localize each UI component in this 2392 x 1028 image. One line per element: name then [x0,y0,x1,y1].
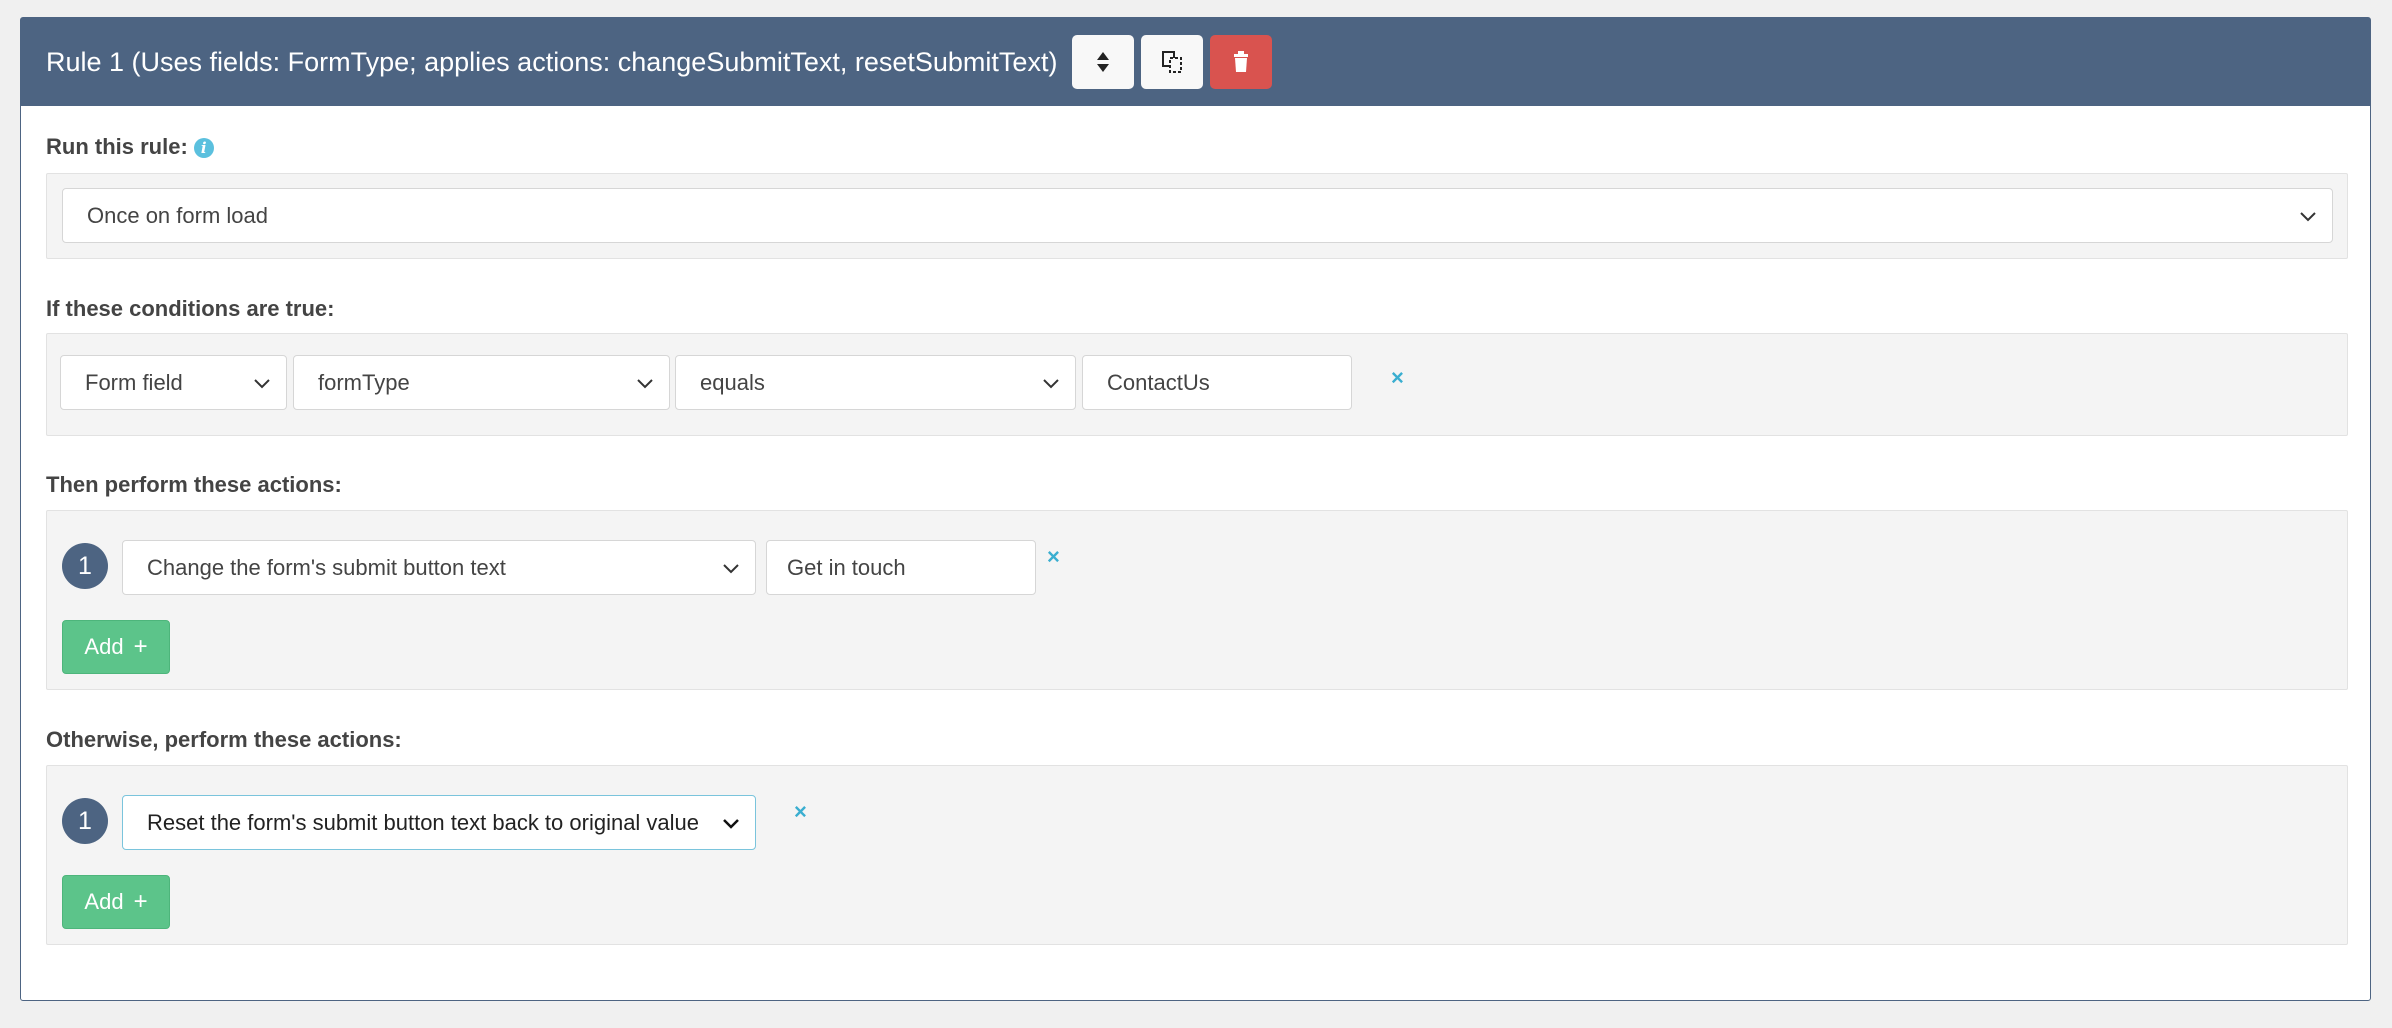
condition-field-value: formType [318,369,410,395]
else-action-select[interactable]: Reset the form's submit button text back… [122,795,756,850]
copy-button[interactable] [1141,35,1204,89]
rule-title: Rule 1 (Uses fields: FormType; applies a… [46,46,1058,77]
run-rule-well: Once on form load [46,173,2348,259]
then-actions-well: 1 Change the form's submit button text G… [46,510,2348,690]
add-else-action-button[interactable]: Add + [62,875,170,929]
remove-condition-button[interactable]: × [1391,365,1404,391]
run-rule-select[interactable]: Once on form load [62,188,2333,243]
delete-button[interactable] [1210,35,1273,89]
action-number-badge: 1 [62,798,108,844]
conditions-label: If these conditions are true: [46,296,335,321]
chevron-down-icon [254,379,270,389]
run-rule-label: Run this rule: i [46,134,214,160]
rule-panel: Rule 1 (Uses fields: FormType; applies a… [20,17,2371,1001]
add-then-action-button[interactable]: Add + [62,620,170,674]
then-action-value: Change the form's submit button text [147,554,506,580]
remove-else-action-button[interactable]: × [794,799,807,825]
trash-icon [1234,51,1249,72]
reorder-button[interactable] [1072,35,1135,89]
conditions-well: Form field formType equals ContactUs × [46,333,2348,436]
info-icon[interactable]: i [193,138,214,159]
sort-icon [1097,52,1110,72]
condition-field-select[interactable]: formType [293,355,670,410]
condition-value-text: ContactUs [1107,369,1210,395]
chevron-down-icon [723,819,739,829]
then-action-select[interactable]: Change the form's submit button text [122,540,756,595]
chevron-down-icon [637,379,653,389]
chevron-down-icon [1043,379,1059,389]
chevron-down-icon [723,564,739,574]
else-action-value: Reset the form's submit button text back… [147,809,700,835]
condition-value-input[interactable]: ContactUs [1082,355,1352,410]
plus-icon: + [133,888,148,915]
condition-operator-value: equals [700,369,765,395]
then-actions-label: Then perform these actions: [46,472,342,497]
condition-source-value: Form field [85,369,183,395]
condition-source-select[interactable]: Form field [60,355,287,410]
run-rule-label-text: Run this rule: [46,134,188,159]
condition-operator-select[interactable]: equals [675,355,1076,410]
action-number-badge: 1 [62,543,108,589]
plus-icon: + [133,633,148,660]
rule-header: Rule 1 (Uses fields: FormType; applies a… [21,18,2370,106]
add-label: Add [84,889,124,914]
remove-then-action-button[interactable]: × [1047,544,1060,570]
chevron-down-icon [2300,212,2316,222]
then-action-value-input[interactable]: Get in touch [766,540,1036,595]
then-action-value-text: Get in touch [787,554,906,580]
copy-icon [1162,51,1183,73]
add-label: Add [84,634,124,659]
else-actions-well: 1 Reset the form's submit button text ba… [46,765,2348,945]
run-rule-value: Once on form load [87,202,268,228]
else-actions-label: Otherwise, perform these actions: [46,727,402,752]
